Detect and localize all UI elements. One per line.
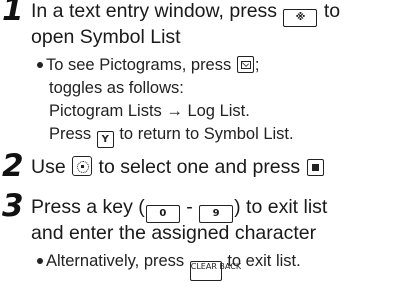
key-glyph: 0 <box>159 208 167 219</box>
note-line: Alternatively, press CLEAR BACK to exit … <box>37 251 301 281</box>
key-glyph: ※ <box>295 12 306 23</box>
step-text: Press a key ( <box>31 196 145 218</box>
step-text: to <box>318 0 341 22</box>
step-text: to select one and press <box>93 156 306 178</box>
note-line: To see Pictograms, press ; <box>37 55 259 75</box>
nav-key-icon <box>72 156 93 176</box>
center-key-icon <box>306 159 324 176</box>
step-number: 2 <box>2 148 24 184</box>
note-line: toggles as follows: <box>49 79 184 97</box>
step-text-line: Press a key ( 0 - 9 ) to exit list <box>31 196 327 223</box>
step-text: Use <box>31 156 72 178</box>
bullet-icon <box>37 62 43 68</box>
step-number: 1 <box>2 0 24 28</box>
clear-back-key-icon: CLEAR BACK <box>189 261 241 281</box>
key-glyph: 9 <box>212 208 220 219</box>
note-line: Press Y to return to Symbol List. <box>49 124 294 148</box>
bullet-icon <box>37 258 43 264</box>
note-text: To see Pictograms, press <box>46 56 236 74</box>
instruction-page: 1 In a text entry window, press ※ to ope… <box>0 0 404 300</box>
note-text: ; <box>254 56 260 74</box>
note-line: Pictogram Lists → Log List. <box>49 102 250 120</box>
symbol-key-icon: ※ <box>283 9 318 27</box>
step-text-line: open Symbol List <box>31 26 181 48</box>
note-text: to return to Symbol List. <box>114 125 294 143</box>
step-text-line: Use to select one and press <box>31 156 325 178</box>
note-text: Press <box>49 125 96 143</box>
note-text: Alternatively, press <box>46 252 189 270</box>
step-text: In a text entry window, press <box>31 0 283 22</box>
key-glyph: Y <box>101 134 109 145</box>
step-number: 3 <box>2 188 24 224</box>
y-key-icon: Y <box>96 131 114 148</box>
step-text: - <box>180 196 199 218</box>
step-text: ) to exit list <box>234 196 328 218</box>
key-glyph: CLEAR BACK <box>190 262 242 271</box>
step-text-line: and enter the assigned character <box>31 222 317 244</box>
step-text-line: In a text entry window, press ※ to <box>31 0 340 27</box>
mail-key-icon <box>236 56 254 73</box>
zero-key-icon: 0 <box>145 205 180 223</box>
nine-key-icon: 9 <box>199 205 234 223</box>
